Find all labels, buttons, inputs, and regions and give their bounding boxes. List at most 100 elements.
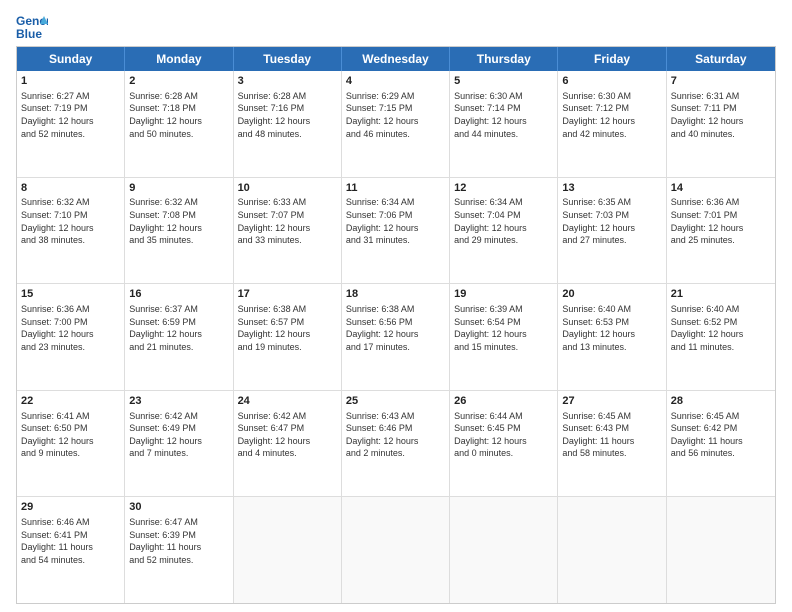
day-cell-10: 10Sunrise: 6:33 AM Sunset: 7:07 PM Dayli… <box>234 178 342 284</box>
day-info: Sunrise: 6:45 AM Sunset: 6:43 PM Dayligh… <box>562 410 661 460</box>
page: General Blue SundayMondayTuesdayWednesda… <box>0 0 792 612</box>
day-info: Sunrise: 6:42 AM Sunset: 6:47 PM Dayligh… <box>238 410 337 460</box>
day-info: Sunrise: 6:40 AM Sunset: 6:52 PM Dayligh… <box>671 303 771 353</box>
day-cell-18: 18Sunrise: 6:38 AM Sunset: 6:56 PM Dayli… <box>342 284 450 390</box>
day-number: 10 <box>238 181 337 196</box>
week-row-2: 8Sunrise: 6:32 AM Sunset: 7:10 PM Daylig… <box>17 178 775 285</box>
day-cell-4: 4Sunrise: 6:29 AM Sunset: 7:15 PM Daylig… <box>342 71 450 177</box>
day-number: 1 <box>21 74 120 89</box>
week-row-3: 15Sunrise: 6:36 AM Sunset: 7:00 PM Dayli… <box>17 284 775 391</box>
day-cell-7: 7Sunrise: 6:31 AM Sunset: 7:11 PM Daylig… <box>667 71 775 177</box>
day-number: 29 <box>21 500 120 515</box>
day-cell-22: 22Sunrise: 6:41 AM Sunset: 6:50 PM Dayli… <box>17 391 125 497</box>
day-cell-5: 5Sunrise: 6:30 AM Sunset: 7:14 PM Daylig… <box>450 71 558 177</box>
empty-cell <box>558 497 666 603</box>
day-number: 19 <box>454 287 553 302</box>
calendar: SundayMondayTuesdayWednesdayThursdayFrid… <box>16 46 776 604</box>
day-cell-8: 8Sunrise: 6:32 AM Sunset: 7:10 PM Daylig… <box>17 178 125 284</box>
day-info: Sunrise: 6:38 AM Sunset: 6:56 PM Dayligh… <box>346 303 445 353</box>
day-info: Sunrise: 6:41 AM Sunset: 6:50 PM Dayligh… <box>21 410 120 460</box>
day-info: Sunrise: 6:38 AM Sunset: 6:57 PM Dayligh… <box>238 303 337 353</box>
header-day-friday: Friday <box>558 47 666 71</box>
week-row-4: 22Sunrise: 6:41 AM Sunset: 6:50 PM Dayli… <box>17 391 775 498</box>
day-cell-12: 12Sunrise: 6:34 AM Sunset: 7:04 PM Dayli… <box>450 178 558 284</box>
day-cell-17: 17Sunrise: 6:38 AM Sunset: 6:57 PM Dayli… <box>234 284 342 390</box>
day-number: 4 <box>346 74 445 89</box>
day-cell-1: 1Sunrise: 6:27 AM Sunset: 7:19 PM Daylig… <box>17 71 125 177</box>
day-number: 3 <box>238 74 337 89</box>
day-number: 30 <box>129 500 228 515</box>
header-day-wednesday: Wednesday <box>342 47 450 71</box>
day-number: 22 <box>21 394 120 409</box>
empty-cell <box>667 497 775 603</box>
day-number: 23 <box>129 394 228 409</box>
header: General Blue <box>16 12 776 40</box>
calendar-body: 1Sunrise: 6:27 AM Sunset: 7:19 PM Daylig… <box>17 71 775 603</box>
day-info: Sunrise: 6:33 AM Sunset: 7:07 PM Dayligh… <box>238 196 337 246</box>
header-day-tuesday: Tuesday <box>234 47 342 71</box>
day-cell-19: 19Sunrise: 6:39 AM Sunset: 6:54 PM Dayli… <box>450 284 558 390</box>
day-info: Sunrise: 6:36 AM Sunset: 7:00 PM Dayligh… <box>21 303 120 353</box>
day-info: Sunrise: 6:39 AM Sunset: 6:54 PM Dayligh… <box>454 303 553 353</box>
svg-text:Blue: Blue <box>16 27 42 40</box>
day-cell-15: 15Sunrise: 6:36 AM Sunset: 7:00 PM Dayli… <box>17 284 125 390</box>
header-day-saturday: Saturday <box>667 47 775 71</box>
day-info: Sunrise: 6:35 AM Sunset: 7:03 PM Dayligh… <box>562 196 661 246</box>
day-info: Sunrise: 6:46 AM Sunset: 6:41 PM Dayligh… <box>21 516 120 566</box>
day-info: Sunrise: 6:44 AM Sunset: 6:45 PM Dayligh… <box>454 410 553 460</box>
day-info: Sunrise: 6:27 AM Sunset: 7:19 PM Dayligh… <box>21 90 120 140</box>
day-cell-11: 11Sunrise: 6:34 AM Sunset: 7:06 PM Dayli… <box>342 178 450 284</box>
day-number: 8 <box>21 181 120 196</box>
day-cell-21: 21Sunrise: 6:40 AM Sunset: 6:52 PM Dayli… <box>667 284 775 390</box>
day-info: Sunrise: 6:30 AM Sunset: 7:12 PM Dayligh… <box>562 90 661 140</box>
day-info: Sunrise: 6:42 AM Sunset: 6:49 PM Dayligh… <box>129 410 228 460</box>
empty-cell <box>450 497 558 603</box>
day-number: 14 <box>671 181 771 196</box>
header-day-thursday: Thursday <box>450 47 558 71</box>
day-info: Sunrise: 6:43 AM Sunset: 6:46 PM Dayligh… <box>346 410 445 460</box>
day-cell-30: 30Sunrise: 6:47 AM Sunset: 6:39 PM Dayli… <box>125 497 233 603</box>
day-cell-6: 6Sunrise: 6:30 AM Sunset: 7:12 PM Daylig… <box>558 71 666 177</box>
day-info: Sunrise: 6:29 AM Sunset: 7:15 PM Dayligh… <box>346 90 445 140</box>
day-number: 13 <box>562 181 661 196</box>
day-number: 2 <box>129 74 228 89</box>
day-number: 6 <box>562 74 661 89</box>
day-info: Sunrise: 6:40 AM Sunset: 6:53 PM Dayligh… <box>562 303 661 353</box>
day-number: 24 <box>238 394 337 409</box>
day-number: 28 <box>671 394 771 409</box>
day-cell-23: 23Sunrise: 6:42 AM Sunset: 6:49 PM Dayli… <box>125 391 233 497</box>
day-cell-13: 13Sunrise: 6:35 AM Sunset: 7:03 PM Dayli… <box>558 178 666 284</box>
day-number: 20 <box>562 287 661 302</box>
day-cell-9: 9Sunrise: 6:32 AM Sunset: 7:08 PM Daylig… <box>125 178 233 284</box>
logo-icon: General Blue <box>16 12 48 40</box>
day-cell-20: 20Sunrise: 6:40 AM Sunset: 6:53 PM Dayli… <box>558 284 666 390</box>
week-row-1: 1Sunrise: 6:27 AM Sunset: 7:19 PM Daylig… <box>17 71 775 178</box>
empty-cell <box>342 497 450 603</box>
day-cell-27: 27Sunrise: 6:45 AM Sunset: 6:43 PM Dayli… <box>558 391 666 497</box>
day-info: Sunrise: 6:36 AM Sunset: 7:01 PM Dayligh… <box>671 196 771 246</box>
day-number: 9 <box>129 181 228 196</box>
day-cell-14: 14Sunrise: 6:36 AM Sunset: 7:01 PM Dayli… <box>667 178 775 284</box>
day-number: 21 <box>671 287 771 302</box>
day-info: Sunrise: 6:34 AM Sunset: 7:06 PM Dayligh… <box>346 196 445 246</box>
day-number: 16 <box>129 287 228 302</box>
day-cell-2: 2Sunrise: 6:28 AM Sunset: 7:18 PM Daylig… <box>125 71 233 177</box>
header-day-monday: Monday <box>125 47 233 71</box>
calendar-header: SundayMondayTuesdayWednesdayThursdayFrid… <box>17 47 775 71</box>
day-number: 11 <box>346 181 445 196</box>
day-cell-3: 3Sunrise: 6:28 AM Sunset: 7:16 PM Daylig… <box>234 71 342 177</box>
day-info: Sunrise: 6:47 AM Sunset: 6:39 PM Dayligh… <box>129 516 228 566</box>
header-day-sunday: Sunday <box>17 47 125 71</box>
day-cell-16: 16Sunrise: 6:37 AM Sunset: 6:59 PM Dayli… <box>125 284 233 390</box>
day-number: 12 <box>454 181 553 196</box>
day-info: Sunrise: 6:32 AM Sunset: 7:08 PM Dayligh… <box>129 196 228 246</box>
day-info: Sunrise: 6:30 AM Sunset: 7:14 PM Dayligh… <box>454 90 553 140</box>
day-info: Sunrise: 6:45 AM Sunset: 6:42 PM Dayligh… <box>671 410 771 460</box>
day-number: 26 <box>454 394 553 409</box>
day-number: 5 <box>454 74 553 89</box>
day-info: Sunrise: 6:28 AM Sunset: 7:16 PM Dayligh… <box>238 90 337 140</box>
day-info: Sunrise: 6:31 AM Sunset: 7:11 PM Dayligh… <box>671 90 771 140</box>
day-info: Sunrise: 6:34 AM Sunset: 7:04 PM Dayligh… <box>454 196 553 246</box>
day-cell-25: 25Sunrise: 6:43 AM Sunset: 6:46 PM Dayli… <box>342 391 450 497</box>
logo: General Blue <box>16 12 54 40</box>
